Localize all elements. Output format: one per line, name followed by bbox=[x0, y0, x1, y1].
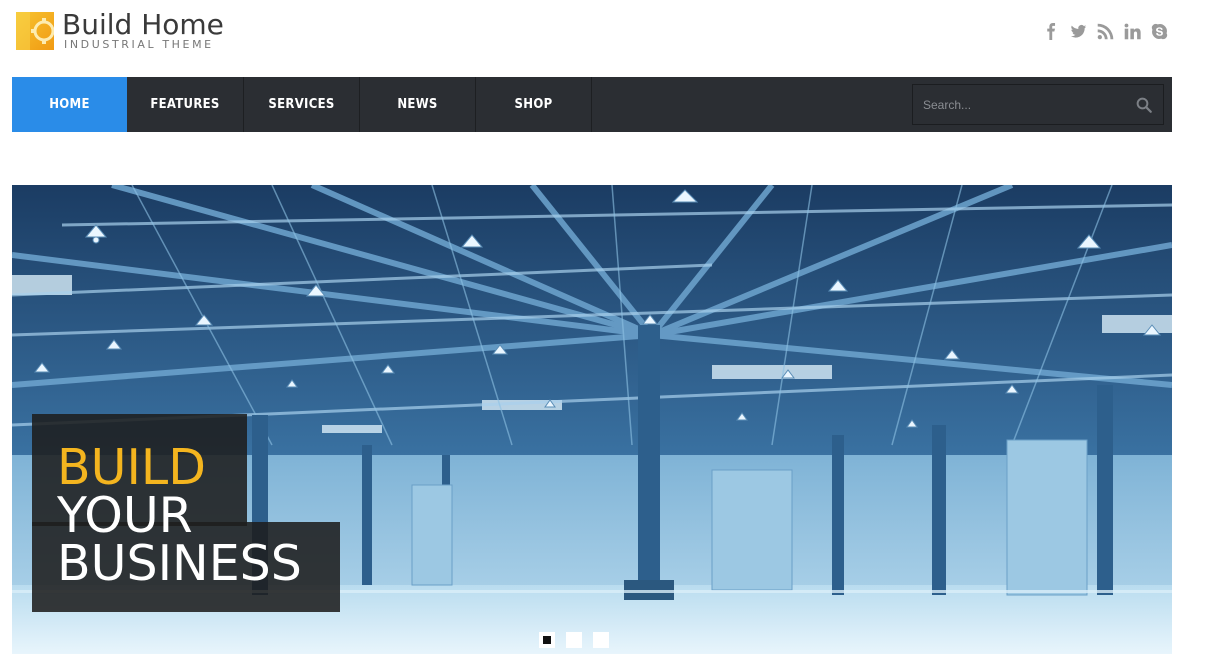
nav-item-services[interactable]: SERVICES bbox=[244, 77, 360, 132]
nav-item-label: FEATURES bbox=[150, 97, 220, 112]
hero-caption-line2: YOUR bbox=[57, 487, 193, 544]
nav-item-news[interactable]: NEWS bbox=[360, 77, 476, 132]
slider-dot-3[interactable] bbox=[593, 632, 609, 648]
search-box bbox=[912, 84, 1164, 125]
main-navigation: HOME FEATURES SERVICES NEWS SHOP bbox=[12, 77, 1172, 132]
nav-item-shop[interactable]: SHOP bbox=[476, 77, 592, 132]
nav-item-label: NEWS bbox=[397, 97, 438, 112]
slider-dot-1[interactable] bbox=[539, 632, 555, 648]
twitter-icon[interactable] bbox=[1069, 22, 1087, 40]
nav-item-home[interactable]: HOME bbox=[12, 77, 127, 132]
rss-icon[interactable] bbox=[1096, 22, 1114, 40]
nav-item-label: HOME bbox=[49, 97, 90, 112]
brand-title: Build Home bbox=[62, 8, 224, 41]
hero-caption-line1: BUILD bbox=[57, 439, 206, 496]
nav-item-features[interactable]: FEATURES bbox=[127, 77, 244, 132]
slider-pagination bbox=[539, 632, 609, 648]
nav-item-label: SHOP bbox=[514, 97, 553, 112]
search-input[interactable] bbox=[913, 85, 1123, 124]
skype-icon[interactable] bbox=[1150, 22, 1168, 40]
search-icon[interactable] bbox=[1135, 96, 1153, 114]
nav-item-label: SERVICES bbox=[268, 97, 335, 112]
hero-slider: BUILD YOUR BUSINESS bbox=[12, 185, 1172, 654]
brand-subtitle: INDUSTRIAL THEME bbox=[64, 38, 214, 51]
slider-dot-2[interactable] bbox=[566, 632, 582, 648]
linkedin-icon[interactable] bbox=[1123, 22, 1141, 40]
social-links bbox=[1042, 22, 1168, 40]
facebook-icon[interactable] bbox=[1042, 22, 1060, 40]
gear-logo-icon bbox=[16, 12, 54, 50]
hero-caption-line3: BUSINESS bbox=[57, 535, 302, 592]
